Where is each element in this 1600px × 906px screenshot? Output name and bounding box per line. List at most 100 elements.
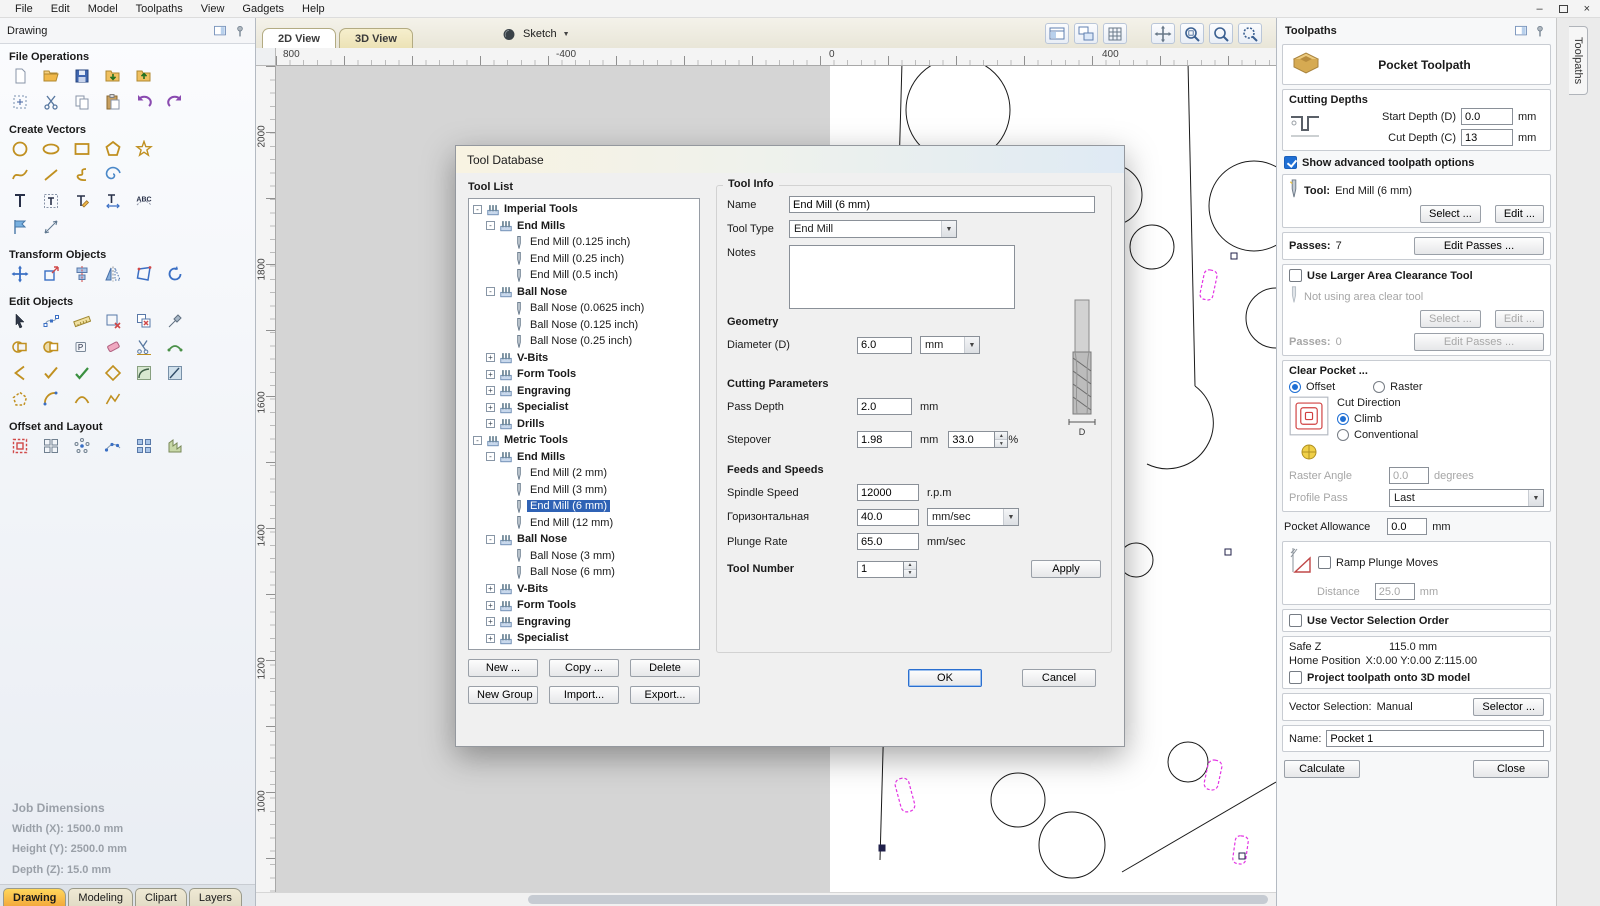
tree-group-row[interactable]: - Ball Nose [469,284,699,301]
stepover-percent-spinner[interactable]: ▲▼ [948,431,1009,448]
conventional-radio[interactable] [1337,429,1349,441]
draw-polygon-icon[interactable] [102,138,124,160]
tree-tool-row[interactable]: End Mill (0.125 inch) [469,234,699,251]
expand-icon[interactable]: + [486,633,495,643]
polyline-fit-icon[interactable] [102,388,124,410]
expand-icon[interactable]: + [486,419,495,429]
edit-text-icon[interactable] [71,190,93,212]
tree-group-row[interactable]: + V-Bits [469,581,699,598]
expand-icon[interactable]: + [486,353,495,363]
pin-icon[interactable] [232,23,248,39]
zoom-window-icon[interactable] [1180,23,1204,44]
new-file-icon[interactable] [9,65,31,87]
multi-window-icon[interactable] [1074,23,1098,44]
pocket-allowance-input[interactable] [1387,518,1428,535]
spin-up-icon[interactable]: ▲ [995,432,1008,440]
rotate-icon[interactable] [164,263,186,285]
ramp-checkbox[interactable] [1318,556,1331,569]
tool-select-button[interactable]: Select ... [1420,205,1481,223]
angle-icon[interactable] [9,362,31,384]
expand-icon[interactable]: + [486,617,495,627]
move-icon[interactable] [9,263,31,285]
sketch-dropdown[interactable]: Sketch ▼ [494,25,577,43]
maximize-button[interactable] [1558,4,1568,13]
copy-along-icon[interactable] [102,435,124,457]
start-depth-input[interactable] [1461,108,1513,125]
export-button[interactable]: Export... [630,686,700,704]
chamfer-icon[interactable] [164,362,186,384]
tree-group-row[interactable]: + V-Bits [469,350,699,367]
erase-icon[interactable] [102,336,124,358]
diameter-units-select[interactable]: mm ▼ [920,336,980,354]
export-vectors-icon[interactable] [133,65,155,87]
set-size-icon[interactable] [40,263,62,285]
draw-rectangle-icon[interactable] [71,138,93,160]
new-group-button[interactable]: New Group [468,686,538,704]
new-tool-button[interactable]: New ... [468,659,538,677]
draw-circle-icon[interactable] [9,138,31,160]
layout-icon[interactable] [40,435,62,457]
raster-angle-input[interactable] [1389,467,1429,484]
dialog-titlebar[interactable]: Tool Database [456,146,1124,173]
climb-radio[interactable] [1337,413,1349,425]
area-edit-button[interactable]: Edit ... [1494,310,1544,328]
node-edit-icon[interactable] [40,310,62,332]
collapse-icon[interactable]: - [486,534,495,544]
snap-check-icon[interactable] [40,362,62,384]
copy-icon[interactable] [71,91,93,113]
delete-tool-button[interactable]: Delete [630,659,700,677]
tree-tool-row[interactable]: End Mill (6 mm) [469,498,699,515]
tree-group-row[interactable]: - End Mills [469,218,699,235]
horizontal-scrollbar-track[interactable] [256,892,1276,906]
text-on-curve-icon[interactable]: ABC [133,190,155,212]
circular-copy-icon[interactable] [71,435,93,457]
expand-icon[interactable]: + [486,402,495,412]
weld-icon[interactable] [9,336,31,358]
trim-icon[interactable] [133,336,155,358]
open-file-icon[interactable] [40,65,62,87]
collapse-icon[interactable]: - [486,287,495,297]
collapse-icon[interactable]: - [473,204,482,214]
tree-group-row[interactable]: + Engraving [469,383,699,400]
tree-group-row[interactable]: + Drills [469,416,699,433]
spin-up-icon[interactable]: ▲ [904,561,916,570]
tree-tool-row[interactable]: End Mill (0.25 inch) [469,251,699,268]
tab-drawing[interactable]: Drawing [3,888,67,906]
mirror-icon[interactable] [102,263,124,285]
calculate-button[interactable]: Calculate [1284,760,1360,778]
tool-name-input[interactable] [789,196,1095,213]
pick-icon[interactable] [164,310,186,332]
plunge-rate-input[interactable] [857,533,919,550]
ok-button[interactable]: OK [908,669,982,687]
save-file-icon[interactable] [71,65,93,87]
area-select-button[interactable]: Select ... [1420,310,1481,328]
vector-validator-icon[interactable] [102,310,124,332]
dock-panel-icon[interactable] [212,23,228,39]
draw-star-icon[interactable] [133,138,155,160]
close-vector-icon[interactable] [102,362,124,384]
expand-icon[interactable]: + [486,386,495,396]
tree-group-row[interactable]: + Engraving [469,614,699,631]
tab-clipart[interactable]: Clipart [135,888,187,906]
tree-tool-row[interactable]: End Mill (2 mm) [469,465,699,482]
menu-model[interactable]: Model [79,2,127,16]
project-3d-checkbox[interactable] [1289,671,1302,684]
apply-button[interactable]: Apply [1031,560,1101,578]
tree-group-row[interactable]: - Metric Tools [469,432,699,449]
ramp-distance-input[interactable] [1374,583,1415,600]
menu-edit[interactable]: Edit [42,2,79,16]
nest-icon[interactable] [164,435,186,457]
copy-tool-button[interactable]: Copy ... [549,659,619,677]
tree-tool-row[interactable]: End Mill (3 mm) [469,482,699,499]
diameter-input[interactable] [857,336,912,354]
grid-icon[interactable] [1103,23,1127,44]
tree-tool-row[interactable]: Ball Nose (3 mm) [469,548,699,565]
import-vectors-icon[interactable] [102,65,124,87]
cut-icon[interactable] [40,91,62,113]
show-advanced-checkbox[interactable] [1284,156,1297,169]
align-icon[interactable] [71,263,93,285]
tab-layers[interactable]: Layers [188,888,242,906]
curve-fit-icon[interactable] [71,388,93,410]
menu-toolpaths[interactable]: Toolpaths [127,2,192,16]
stepover-input[interactable] [857,431,912,448]
